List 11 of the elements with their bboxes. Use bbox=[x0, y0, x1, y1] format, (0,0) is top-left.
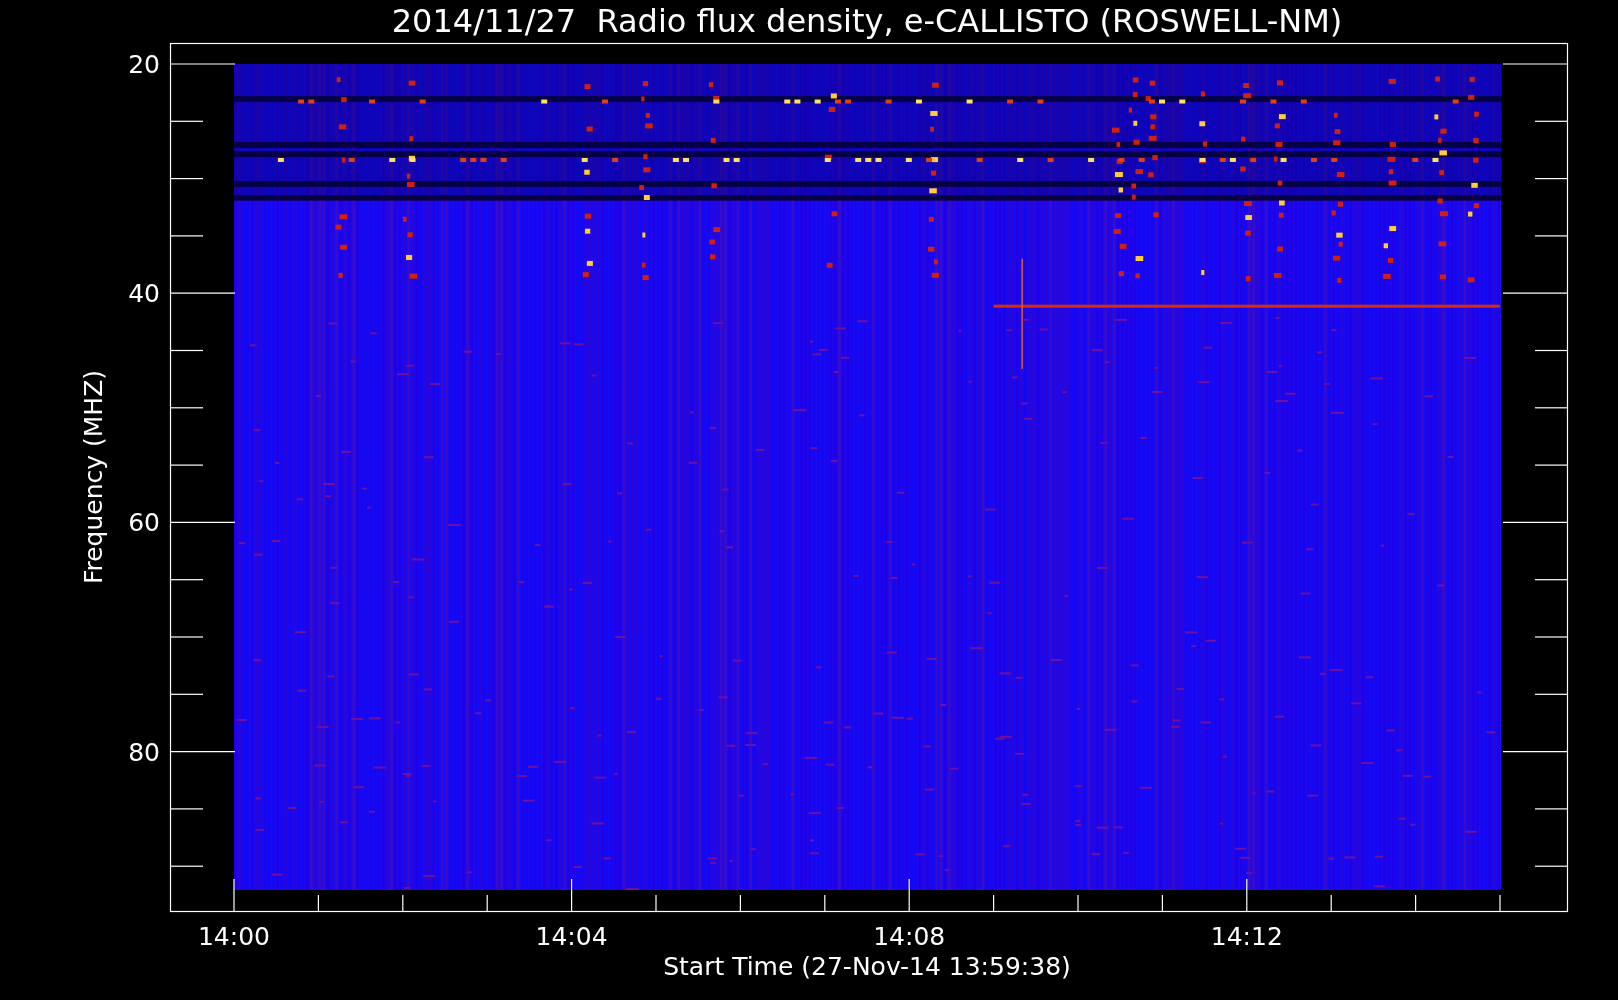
axis-tick-label: 20 bbox=[128, 50, 160, 79]
axis-title: Frequency (MHZ) bbox=[79, 369, 108, 585]
axis-tick-label: 40 bbox=[128, 279, 160, 309]
axis-tick-label: 14:12 bbox=[1210, 922, 1283, 951]
axis-tick-label: 60 bbox=[128, 508, 160, 538]
plot-title: 2014/11/27 Radio flux density, e-CALLISTO (ROSWELL-NM) bbox=[391, 2, 1343, 40]
axis-tick-label: 14:00 bbox=[198, 922, 270, 951]
axis-title: Start Time (27-Nov-14 13:59:38) bbox=[663, 952, 1071, 981]
axis-tick-label: 80 bbox=[128, 737, 160, 767]
axis-tick-label: 14:04 bbox=[535, 922, 608, 951]
axis-tick-label: 14:08 bbox=[873, 922, 946, 951]
